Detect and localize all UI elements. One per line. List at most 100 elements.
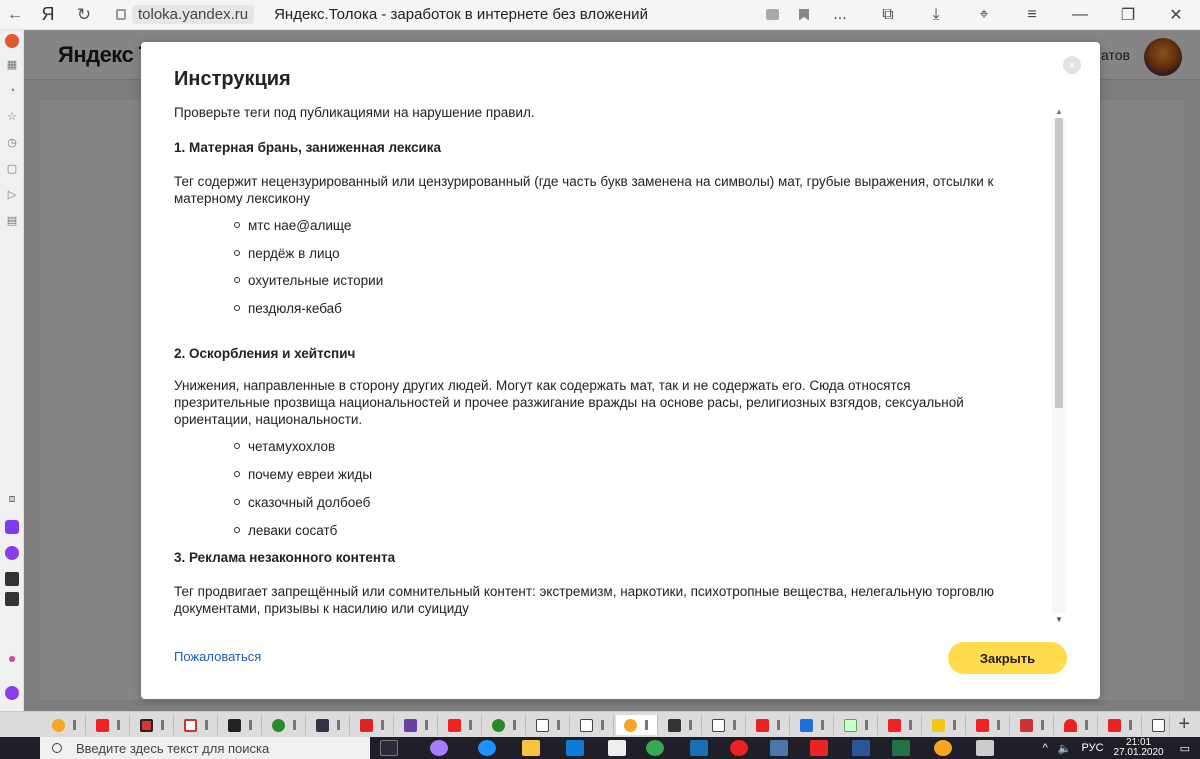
yandex-favicon-icon xyxy=(756,718,769,732)
more-button[interactable]: ... xyxy=(816,6,864,24)
tab[interactable] xyxy=(528,715,570,735)
address-bar[interactable]: toloka.yandex.ru Яндекс.Толока - заработ… xyxy=(102,4,809,26)
edge-icon[interactable] xyxy=(478,740,496,756)
vk-icon[interactable] xyxy=(770,740,788,756)
windows-icon[interactable] xyxy=(5,592,19,606)
profile-avatar-icon[interactable] xyxy=(5,34,19,48)
tab[interactable] xyxy=(836,715,878,735)
close-icon[interactable]: × xyxy=(1063,56,1081,74)
task-view-icon[interactable] xyxy=(380,740,398,756)
yandex-logo-icon[interactable]: Я xyxy=(30,4,66,25)
language-indicator[interactable]: РУС xyxy=(1082,742,1104,754)
restore-icon[interactable]: ❐ xyxy=(1104,5,1152,25)
download-icon[interactable]: ⤓ xyxy=(912,6,960,24)
tab[interactable] xyxy=(396,715,438,735)
alice-taskbar-icon[interactable] xyxy=(430,740,448,756)
tab[interactable] xyxy=(484,715,526,735)
alice-voice-icon[interactable] xyxy=(5,546,19,560)
file-explorer-icon[interactable] xyxy=(522,740,540,756)
tray-chevron-icon[interactable]: ^ xyxy=(1043,742,1048,754)
tab[interactable] xyxy=(220,715,262,735)
yandex-taskbar-icon[interactable] xyxy=(810,740,828,756)
tab[interactable] xyxy=(660,715,702,735)
tab[interactable] xyxy=(440,715,482,735)
tab[interactable] xyxy=(924,715,966,735)
tab[interactable] xyxy=(704,715,746,735)
youtube-icon xyxy=(96,718,109,732)
photos-icon[interactable] xyxy=(976,740,994,756)
play-icon[interactable]: ▷ xyxy=(5,188,19,202)
reader-icon[interactable] xyxy=(765,9,779,20)
mail-icon[interactable] xyxy=(608,740,626,756)
history-icon[interactable]: ◷ xyxy=(5,136,19,150)
document-icon[interactable]: ▤ xyxy=(5,214,19,228)
panel-icon[interactable] xyxy=(5,572,19,586)
scroll-up-icon[interactable]: ▲ xyxy=(1052,106,1066,118)
tab[interactable] xyxy=(880,715,922,735)
section-text: матерному лексикону xyxy=(174,191,310,206)
domain-label[interactable]: toloka.yandex.ru xyxy=(132,5,255,24)
search-magnifier-icon[interactable] xyxy=(0,737,40,759)
tab[interactable] xyxy=(968,715,1010,735)
chrome-icon[interactable] xyxy=(646,740,664,756)
yandex-browser-icon[interactable] xyxy=(730,740,748,756)
complain-link[interactable]: Пожаловаться xyxy=(174,649,261,664)
tab[interactable] xyxy=(572,715,614,735)
section-text: презрительные прозвища национальностей и… xyxy=(174,395,964,410)
tab[interactable] xyxy=(1100,715,1142,735)
music-icon[interactable] xyxy=(5,686,19,700)
bullet-icon xyxy=(234,277,240,284)
paint-icon[interactable] xyxy=(934,740,952,756)
wikipedia-icon xyxy=(712,718,725,732)
taskbar-search-placeholder: Введите здесь текст для поиска xyxy=(76,740,270,756)
scroll-thumb[interactable] xyxy=(1055,118,1063,408)
screenshot-icon[interactable]: ⧈ xyxy=(5,492,19,506)
tab[interactable] xyxy=(44,715,86,735)
close-window-icon[interactable]: ✕ xyxy=(1152,5,1200,25)
pin-icon[interactable]: ⌖ xyxy=(960,6,1008,24)
tab[interactable] xyxy=(88,715,130,735)
tab-active[interactable] xyxy=(616,715,658,735)
content-scrollbar[interactable]: ▲ ▼ xyxy=(1052,106,1066,626)
notifications-icon[interactable]: ◔ xyxy=(5,84,19,98)
alice-icon[interactable] xyxy=(5,520,19,534)
notifications-tray-icon[interactable]: ▭ xyxy=(1180,742,1190,755)
tab-favicon-icon xyxy=(844,718,857,732)
volume-icon[interactable]: 🔈 xyxy=(1058,742,1072,755)
store-icon[interactable] xyxy=(566,740,584,756)
word-icon[interactable] xyxy=(852,740,870,756)
back-arrow-icon[interactable]: ← xyxy=(0,6,30,24)
minimize-icon[interactable]: — xyxy=(1056,6,1104,24)
taskbar-search-input[interactable]: Введите здесь текст для поиска xyxy=(40,737,370,759)
clock[interactable]: 21:01 27.01.2020 xyxy=(1114,738,1164,758)
new-tab-icon[interactable]: + xyxy=(1178,713,1190,736)
scroll-track[interactable] xyxy=(1052,118,1066,614)
browser-tab-strip: + xyxy=(0,711,1200,737)
tab[interactable] xyxy=(352,715,394,735)
tab[interactable] xyxy=(176,715,218,735)
bullet-icon xyxy=(234,305,240,312)
tab[interactable] xyxy=(792,715,834,735)
tab[interactable] xyxy=(308,715,350,735)
reload-icon[interactable]: ↻ xyxy=(66,5,102,25)
cart-icon xyxy=(800,718,813,732)
favorites-star-icon[interactable]: ☆ xyxy=(5,110,19,124)
apps-grid-icon[interactable]: ▦ xyxy=(5,58,19,72)
downloads-icon[interactable]: ▢ xyxy=(5,162,19,176)
tab[interactable] xyxy=(1012,715,1054,735)
tab[interactable] xyxy=(264,715,306,735)
tab[interactable] xyxy=(132,715,174,735)
scroll-down-icon[interactable]: ▼ xyxy=(1052,614,1066,626)
close-button[interactable]: Закрыть xyxy=(948,642,1067,674)
bookmark-icon[interactable] xyxy=(798,8,809,21)
taskbar-app-icon[interactable] xyxy=(690,740,708,756)
tab[interactable] xyxy=(748,715,790,735)
tab-favicon-icon xyxy=(52,718,65,732)
menu-icon[interactable]: ≡ xyxy=(1008,6,1056,24)
tab[interactable] xyxy=(1144,715,1170,735)
intro-text: Проверьте теги под публикациями на наруш… xyxy=(174,105,535,120)
tab-favicon-icon xyxy=(932,718,945,732)
collections-icon[interactable]: ⧉ xyxy=(864,6,912,24)
excel-icon[interactable] xyxy=(892,740,910,756)
tab[interactable] xyxy=(1056,715,1098,735)
